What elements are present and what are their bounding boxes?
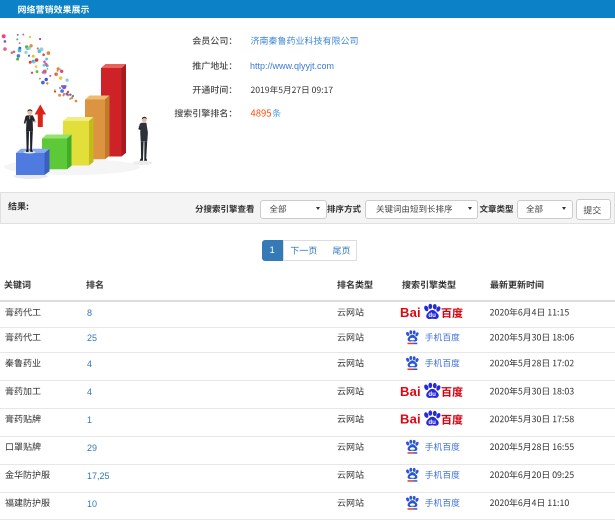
svg-text:Bai: Bai xyxy=(400,412,421,427)
svg-text:du: du xyxy=(428,312,436,319)
svg-text:du: du xyxy=(428,419,436,426)
svg-text:du: du xyxy=(428,391,436,398)
svg-text:Bai: Bai xyxy=(400,384,421,399)
svg-text:Bai: Bai xyxy=(400,305,421,320)
